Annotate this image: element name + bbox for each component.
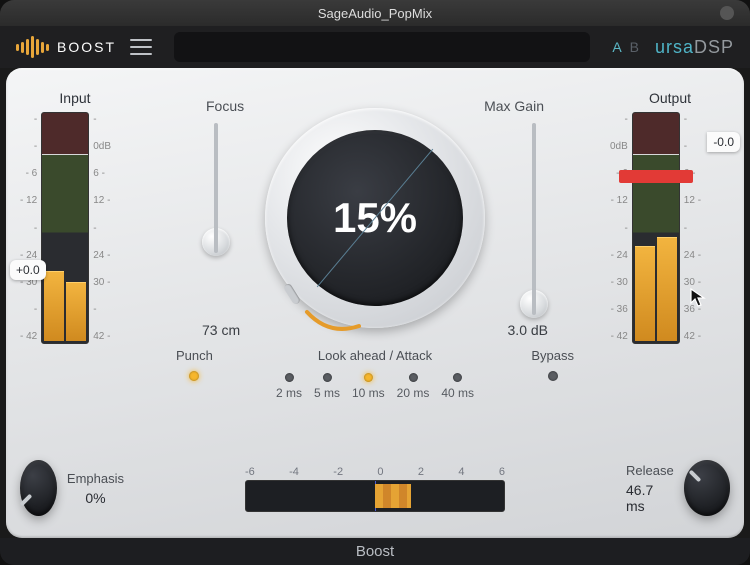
bypass-led-icon [548,371,558,381]
product-name: BOOST [57,39,116,55]
balance-slider[interactable]: -6-4-20246 [245,466,505,512]
input-badge[interactable]: +0.0 [10,260,46,280]
ab-b[interactable]: B [630,39,641,55]
input-ticks-left: --- 6- 12-- 24- 30-- 42 [20,112,37,344]
lookahead-led-icon [364,373,373,382]
release-value: 46.7 ms [626,482,674,514]
release-label: Release [626,463,674,478]
boost-wave-icon [16,36,49,58]
output-ticks-right: --6 -12 --24 -30 -36 -42 - [684,112,701,344]
product-logo: BOOST [16,36,116,58]
punch-toggle[interactable]: Punch [176,348,213,381]
emphasis-control: Emphasis 0% [20,460,124,516]
window-title: SageAudio_PopMix [318,6,432,21]
lookahead-option-1[interactable]: 5 ms [314,373,340,400]
menu-icon[interactable] [130,39,152,55]
lookahead-led-icon [322,373,331,382]
output-label: Output [610,90,730,106]
punch-led-icon [189,371,199,381]
lookahead-option-4[interactable]: 40 ms [441,373,474,400]
boost-amount-dial[interactable]: 15% [265,108,485,328]
output-clip-indicator [619,170,693,183]
lookahead-led-icon [284,373,293,382]
titlebar-dot [720,6,734,20]
brand-logo: ursaDSP [655,37,734,58]
lookahead-option-0[interactable]: 2 ms [276,373,302,400]
focus-label: Focus [206,98,244,114]
input-ticks-right: -0dB6 -12 --24 -30 --42 - [93,112,111,344]
lookahead-option-label: 10 ms [352,386,385,400]
footer-label: Boost [356,543,394,560]
lookahead-option-3[interactable]: 20 ms [397,373,430,400]
release-knob[interactable] [684,460,730,516]
maxgain-slider-rail[interactable] [532,123,536,315]
lookahead-option-label: 5 ms [314,386,340,400]
input-meter[interactable] [41,112,89,344]
bypass-toggle[interactable]: Bypass [531,348,574,381]
emphasis-value: 0% [85,490,105,506]
preset-display[interactable] [174,32,590,62]
release-control: Release 46.7 ms [626,460,730,516]
lookahead-title: Look ahead / Attack [276,348,474,363]
brand-ursa-text: ursa [655,37,694,57]
lookahead-option-label: 40 ms [441,386,474,400]
input-section: Input --- 6- 12-- 24- 30-- 42 -0dB6 -12 … [20,90,130,344]
lookahead-option-2[interactable]: 10 ms [352,373,385,400]
main-panel: Input --- 6- 12-- 24- 30-- 42 -0dB6 -12 … [6,68,744,538]
output-meter[interactable] [632,112,680,344]
plugin-window: SageAudio_PopMix BOOST A B ursaDSP Input [0,0,750,565]
focus-slider-rail[interactable] [214,123,218,253]
plugin-toolbar: BOOST A B ursaDSP [0,26,750,68]
output-section: Output -0dB- 6- 12-- 24- 30- 36- 42 --6 … [610,90,730,344]
lookahead-option-label: 2 ms [276,386,302,400]
brand-dsp-text: DSP [694,37,734,57]
lookahead-option-label: 20 ms [397,386,430,400]
lookahead-led-icon [409,373,418,382]
emphasis-label: Emphasis [67,471,124,486]
punch-label: Punch [176,348,213,363]
ab-a[interactable]: A [612,39,623,55]
bypass-label: Bypass [531,348,574,363]
max-gain-label: Max Gain [484,98,544,114]
lookahead-led-icon [453,373,462,382]
titlebar[interactable]: SageAudio_PopMix [0,0,750,26]
focus-value: 73 cm [202,322,240,338]
input-label: Input [20,90,130,106]
max-gain-value: 3.0 dB [508,322,548,338]
emphasis-knob[interactable] [20,460,57,516]
output-badge[interactable]: -0.0 [707,132,740,152]
output-ticks-left: -0dB- 6- 12-- 24- 30- 36- 42 [610,112,628,344]
lookahead-section: Look ahead / Attack 2 ms 5 ms 10 ms 20 ms 40… [276,348,474,400]
dial-accent-arc [305,308,365,338]
footer-bar: Boost [0,538,750,565]
ab-toggle[interactable]: A B [612,39,641,55]
